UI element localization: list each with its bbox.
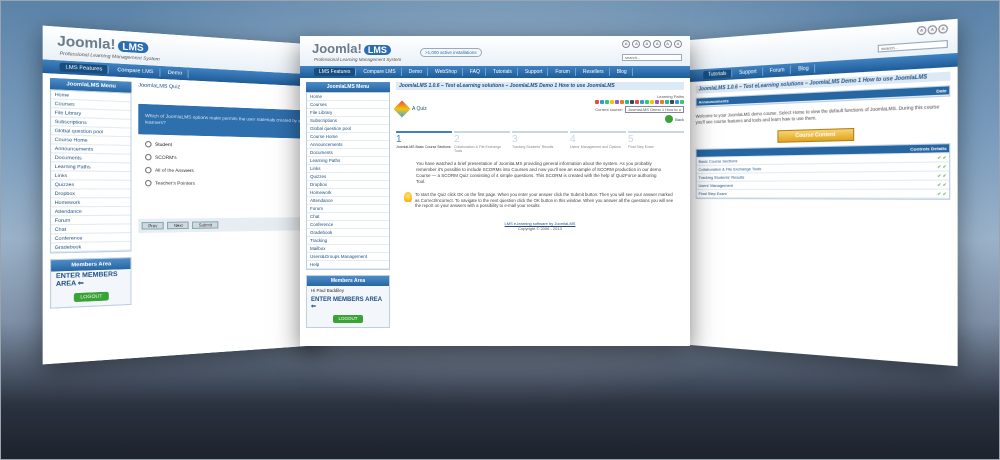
outer-frame	[0, 0, 1000, 460]
